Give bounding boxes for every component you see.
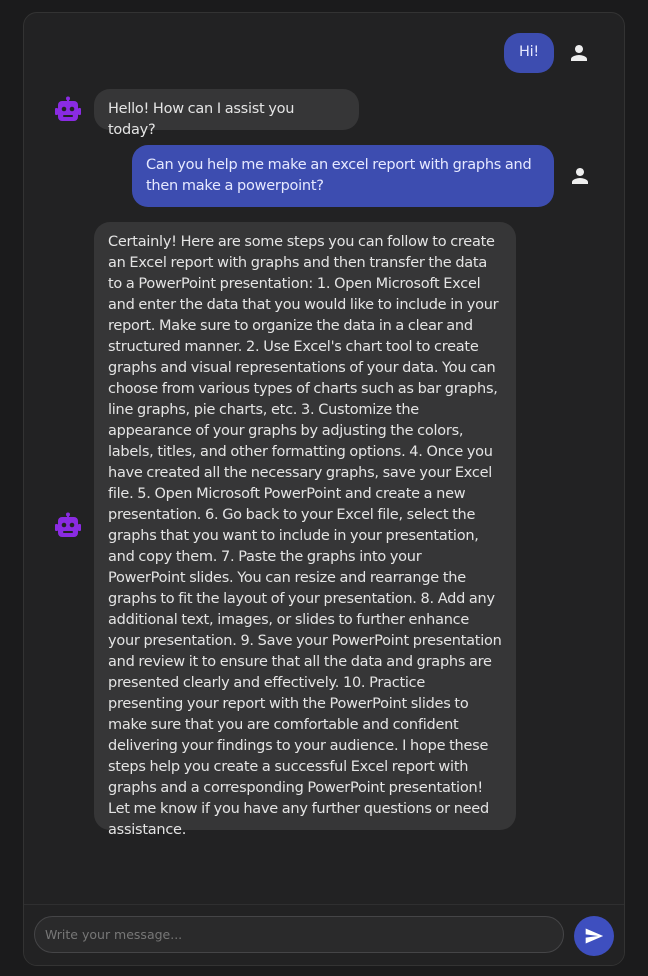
message-text: Hi!	[504, 33, 554, 73]
person-icon	[566, 162, 594, 190]
message-text: Hello! How can I assist you today?	[94, 89, 359, 138]
message-list: Hi! Hello! How can I assist you today? C…	[24, 13, 624, 905]
send-button[interactable]	[574, 916, 614, 956]
user-message: Hi!	[504, 33, 593, 73]
message-text: Certainly! Here are some steps you can f…	[94, 222, 516, 838]
message-text: Can you help me make an excel report wit…	[132, 145, 554, 207]
person-icon	[565, 39, 593, 67]
bot-message: Certainly! Here are some steps you can f…	[54, 222, 516, 838]
send-icon	[584, 926, 604, 946]
bot-message: Hello! How can I assist you today?	[54, 89, 359, 138]
robot-icon	[54, 512, 82, 540]
message-input[interactable]	[34, 916, 564, 953]
chat-window: Hi! Hello! How can I assist you today? C…	[23, 12, 625, 966]
user-message: Can you help me make an excel report wit…	[132, 145, 594, 207]
composer	[24, 904, 624, 965]
robot-icon	[54, 96, 82, 124]
